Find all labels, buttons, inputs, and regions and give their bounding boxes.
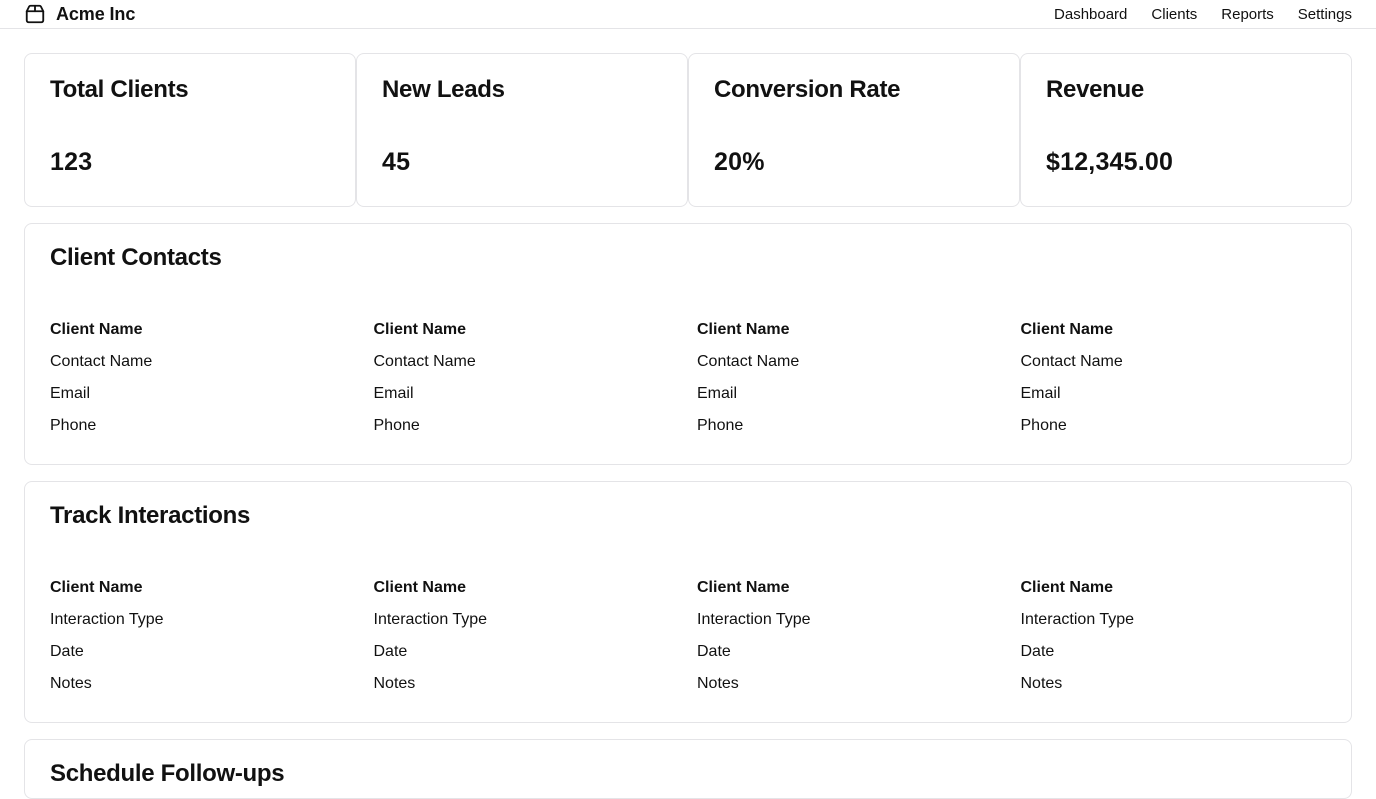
client-name: Client Name — [373, 321, 466, 338]
top-navbar: Acme Inc Dashboard Clients Reports Setti… — [0, 0, 1376, 29]
schedule-followups-card: Schedule Follow-ups — [24, 739, 1352, 799]
stat-title: Revenue — [1046, 76, 1144, 103]
stat-card-total-clients: Total Clients 123 — [24, 53, 356, 207]
interaction-type: Interaction Type — [697, 611, 811, 628]
contact-phone: Phone — [373, 417, 420, 434]
stat-card-revenue: Revenue $12,345.00 — [1020, 53, 1352, 207]
client-name: Client Name — [50, 579, 143, 596]
contact-phone: Phone — [697, 417, 744, 434]
interaction-date: Date — [50, 643, 84, 660]
interaction-date: Date — [1020, 643, 1055, 660]
interaction-column: Client Name Interaction Type Date Notes — [1021, 572, 1345, 700]
section-title: Schedule Follow-ups — [50, 760, 285, 787]
package-icon — [24, 3, 46, 25]
stat-value: 45 — [382, 148, 411, 176]
nav-clients[interactable]: Clients — [1151, 6, 1197, 23]
contact-name: Contact Name — [373, 353, 476, 370]
stat-title: Conversion Rate — [714, 76, 901, 103]
interaction-notes: Notes — [1020, 675, 1063, 692]
main-nav: Dashboard Clients Reports Settings — [1054, 6, 1352, 23]
interaction-notes: Notes — [373, 675, 416, 692]
interaction-type: Interaction Type — [50, 611, 164, 628]
interaction-type: Interaction Type — [373, 611, 488, 628]
client-name: Client Name — [1020, 321, 1113, 338]
contact-email: Email — [373, 385, 414, 402]
contact-column: Client Name Contact Name Email Phone — [374, 314, 698, 442]
client-name: Client Name — [1020, 579, 1113, 596]
stat-title: New Leads — [382, 76, 505, 103]
stat-card-conversion-rate: Conversion Rate 20% — [688, 53, 1020, 207]
interaction-column: Client Name Interaction Type Date Notes — [374, 572, 698, 700]
stat-value: $12,345.00 — [1046, 148, 1174, 176]
contact-email: Email — [50, 385, 91, 402]
contact-name: Contact Name — [1020, 353, 1123, 370]
contact-column: Client Name Contact Name Email Phone — [50, 314, 374, 442]
brand[interactable]: Acme Inc — [24, 3, 135, 25]
interaction-notes: Notes — [50, 675, 92, 692]
section-title: Client Contacts — [50, 244, 222, 271]
interaction-column: Client Name Interaction Type Date Notes — [697, 572, 1021, 700]
stat-value: 20% — [714, 148, 765, 176]
client-contacts-card: Client Contacts Client Name Contact Name… — [24, 223, 1352, 465]
client-contacts-grid: Client Name Contact Name Email Phone Cli… — [50, 314, 1326, 442]
interaction-date: Date — [373, 643, 408, 660]
interaction-notes: Notes — [697, 675, 739, 692]
nav-settings[interactable]: Settings — [1298, 6, 1352, 23]
contact-name: Contact Name — [50, 353, 153, 370]
track-interactions-card: Track Interactions Client Name Interacti… — [24, 481, 1352, 723]
nav-reports[interactable]: Reports — [1221, 6, 1274, 23]
contact-phone: Phone — [50, 417, 97, 434]
client-name: Client Name — [697, 579, 790, 596]
contact-column: Client Name Contact Name Email Phone — [697, 314, 1021, 442]
interaction-type: Interaction Type — [1020, 611, 1135, 628]
stat-value: 123 — [50, 148, 93, 176]
brand-name: Acme Inc — [56, 3, 136, 24]
client-name: Client Name — [373, 579, 466, 596]
interactions-grid: Client Name Interaction Type Date Notes … — [50, 572, 1326, 700]
client-name: Client Name — [50, 321, 143, 338]
interaction-date: Date — [697, 643, 731, 660]
nav-dashboard[interactable]: Dashboard — [1054, 6, 1127, 23]
contact-phone: Phone — [1020, 417, 1067, 434]
section-title: Track Interactions — [50, 502, 251, 529]
stats-row: Total Clients 123 New Leads 45 Conversio… — [24, 53, 1352, 207]
stat-title: Total Clients — [50, 76, 189, 103]
contact-email: Email — [697, 385, 738, 402]
contact-column: Client Name Contact Name Email Phone — [1021, 314, 1345, 442]
contact-name: Contact Name — [697, 353, 800, 370]
client-name: Client Name — [697, 321, 790, 338]
contact-email: Email — [1020, 385, 1061, 402]
interaction-column: Client Name Interaction Type Date Notes — [50, 572, 374, 700]
stat-card-new-leads: New Leads 45 — [356, 53, 688, 207]
